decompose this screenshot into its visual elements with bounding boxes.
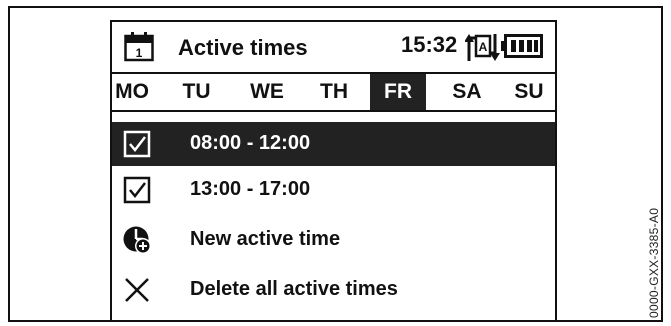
tab-wednesday[interactable]: WE [240, 74, 294, 110]
tab-thursday[interactable]: TH [308, 74, 360, 110]
calendar-day-number: 1 [136, 46, 143, 60]
tab-saturday[interactable]: SA [442, 74, 492, 110]
list-item-delete-all[interactable]: Delete all active times [112, 268, 555, 312]
list-item-active-time-1[interactable]: 08:00 - 12:00 [112, 122, 555, 166]
tab-friday[interactable]: FR [370, 74, 426, 110]
delete-all-label: Delete all active times [190, 278, 398, 300]
list-item-active-time-2[interactable]: 13:00 - 17:00 [112, 168, 555, 212]
status-header: 1 Active times 15:32 A [112, 22, 555, 74]
auto-mode-icon: A [465, 34, 500, 61]
device-display: 1 Active times 15:32 A MO TU WE TH FR SA… [110, 20, 557, 320]
battery-icon [501, 34, 543, 58]
close-icon [125, 278, 149, 302]
page-title: Active times [178, 35, 308, 60]
tab-monday[interactable]: MO [112, 74, 152, 110]
tab-tuesday[interactable]: TU [174, 74, 219, 110]
active-time-label: 13:00 - 17:00 [190, 178, 311, 200]
document-code: 0000-GXX-3385-A0 [647, 207, 661, 318]
tab-sunday[interactable]: SU [504, 74, 554, 110]
add-time-icon [123, 226, 151, 254]
weekday-tabs: MO TU WE TH FR SA SU [112, 74, 555, 112]
calendar-icon: 1 [124, 32, 154, 62]
auto-mode-letter: A [479, 40, 488, 54]
new-active-time-label: New active time [190, 228, 341, 250]
list-item-new-active-time[interactable]: New active time [112, 218, 555, 262]
checkbox-checked-icon[interactable] [122, 129, 152, 159]
active-time-label: 08:00 - 12:00 [190, 132, 311, 154]
clock-time: 15:32 [401, 32, 458, 57]
checkbox-checked-icon[interactable] [122, 175, 152, 205]
